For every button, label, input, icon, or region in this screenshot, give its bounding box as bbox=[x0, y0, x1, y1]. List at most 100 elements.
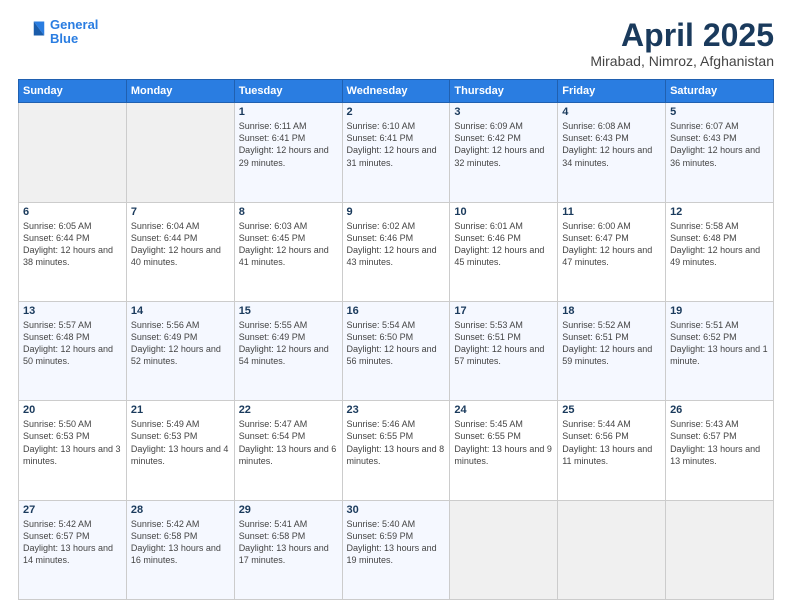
day-number: 22 bbox=[239, 404, 338, 416]
day-number: 24 bbox=[454, 404, 553, 416]
day-number: 6 bbox=[23, 206, 122, 218]
calendar-cell: 25 Sunrise: 5:44 AMSunset: 6:56 PMDayligh… bbox=[558, 401, 666, 500]
calendar: SundayMondayTuesdayWednesdayThursdayFrid… bbox=[18, 79, 774, 600]
day-number: 18 bbox=[562, 305, 661, 317]
calendar-week-row: 6 Sunrise: 6:05 AMSunset: 6:44 PMDaylight… bbox=[19, 202, 774, 301]
day-number: 4 bbox=[562, 106, 661, 118]
subtitle: Mirabad, Nimroz, Afghanistan bbox=[590, 53, 774, 69]
day-info: Sunrise: 5:41 AMSunset: 6:58 PMDaylight:… bbox=[239, 518, 338, 567]
day-number: 16 bbox=[347, 305, 446, 317]
calendar-cell: 1Sunrise: 6:11 AMSunset: 6:41 PMDaylight… bbox=[234, 103, 342, 202]
day-number: 17 bbox=[454, 305, 553, 317]
day-number: 11 bbox=[562, 206, 661, 218]
calendar-cell: 18 Sunrise: 5:52 AMSunset: 6:51 PMDayligh… bbox=[558, 301, 666, 400]
logo-text: General Blue bbox=[50, 18, 98, 47]
day-number: 10 bbox=[454, 206, 553, 218]
calendar-day-header: Thursday bbox=[450, 80, 558, 103]
calendar-cell: 11Sunrise: 6:00 AMSunset: 6:47 PMDayligh… bbox=[558, 202, 666, 301]
day-number: 20 bbox=[23, 404, 122, 416]
calendar-day-header: Saturday bbox=[666, 80, 774, 103]
calendar-cell bbox=[450, 500, 558, 599]
day-info: Sunrise: 6:02 AMSunset: 6:46 PMDaylight:… bbox=[347, 220, 446, 269]
day-info: Sunrise: 5:53 AMSunset: 6:51 PMDaylight:… bbox=[454, 319, 553, 368]
title-block: April 2025 Mirabad, Nimroz, Afghanistan bbox=[590, 18, 774, 69]
calendar-cell: 14Sunrise: 5:56 AMSunset: 6:49 PMDayligh… bbox=[126, 301, 234, 400]
calendar-cell: 12 Sunrise: 5:58 AMSunset: 6:48 PMDayligh… bbox=[666, 202, 774, 301]
day-info: Sunrise: 6:07 AMSunset: 6:43 PMDaylight:… bbox=[670, 120, 769, 169]
day-info: Sunrise: 5:43 AMSunset: 6:57 PMDaylight:… bbox=[670, 418, 769, 467]
day-info: Sunrise: 5:51 AMSunset: 6:52 PMDaylight:… bbox=[670, 319, 769, 368]
day-number: 1 bbox=[239, 106, 338, 118]
calendar-week-row: 20 Sunrise: 5:50 AMSunset: 6:53 PMDayligh… bbox=[19, 401, 774, 500]
day-info: Sunrise: 5:52 AMSunset: 6:51 PMDaylight:… bbox=[562, 319, 661, 368]
day-info: Sunrise: 5:55 AMSunset: 6:49 PMDaylight:… bbox=[239, 319, 338, 368]
page: General Blue April 2025 Mirabad, Nimroz,… bbox=[0, 0, 792, 612]
day-number: 28 bbox=[131, 504, 230, 516]
day-number: 5 bbox=[670, 106, 769, 118]
calendar-cell: 23 Sunrise: 5:46 AMSunset: 6:55 PMDayligh… bbox=[342, 401, 450, 500]
calendar-week-row: 13Sunrise: 5:57 AMSunset: 6:48 PMDayligh… bbox=[19, 301, 774, 400]
calendar-cell: 13Sunrise: 5:57 AMSunset: 6:48 PMDayligh… bbox=[19, 301, 127, 400]
calendar-day-header: Monday bbox=[126, 80, 234, 103]
day-info: Sunrise: 5:57 AMSunset: 6:48 PMDaylight:… bbox=[23, 319, 122, 368]
day-info: Sunrise: 6:04 AMSunset: 6:44 PMDaylight:… bbox=[131, 220, 230, 269]
logo: General Blue bbox=[18, 18, 98, 47]
day-number: 14 bbox=[131, 305, 230, 317]
calendar-cell: 6 Sunrise: 6:05 AMSunset: 6:44 PMDaylight… bbox=[19, 202, 127, 301]
calendar-cell: 24 Sunrise: 5:45 AMSunset: 6:55 PMDayligh… bbox=[450, 401, 558, 500]
day-number: 7 bbox=[131, 206, 230, 218]
day-info: Sunrise: 5:58 AMSunset: 6:48 PMDaylight:… bbox=[670, 220, 769, 269]
day-info: Sunrise: 5:50 AMSunset: 6:53 PMDaylight:… bbox=[23, 418, 122, 467]
header: General Blue April 2025 Mirabad, Nimroz,… bbox=[18, 18, 774, 69]
main-title: April 2025 bbox=[590, 18, 774, 53]
calendar-header-row: SundayMondayTuesdayWednesdayThursdayFrid… bbox=[19, 80, 774, 103]
day-info: Sunrise: 5:42 AMSunset: 6:58 PMDaylight:… bbox=[131, 518, 230, 567]
calendar-cell: 2 Sunrise: 6:10 AMSunset: 6:41 PMDaylight… bbox=[342, 103, 450, 202]
calendar-week-row: 1Sunrise: 6:11 AMSunset: 6:41 PMDaylight… bbox=[19, 103, 774, 202]
calendar-cell: 27 Sunrise: 5:42 AMSunset: 6:57 PMDayligh… bbox=[19, 500, 127, 599]
calendar-cell: 26Sunrise: 5:43 AMSunset: 6:57 PMDayligh… bbox=[666, 401, 774, 500]
day-info: Sunrise: 6:05 AMSunset: 6:44 PMDaylight:… bbox=[23, 220, 122, 269]
day-info: Sunrise: 6:08 AMSunset: 6:43 PMDaylight:… bbox=[562, 120, 661, 169]
day-number: 29 bbox=[239, 504, 338, 516]
calendar-cell bbox=[666, 500, 774, 599]
calendar-cell: 17 Sunrise: 5:53 AMSunset: 6:51 PMDayligh… bbox=[450, 301, 558, 400]
day-info: Sunrise: 5:45 AMSunset: 6:55 PMDaylight:… bbox=[454, 418, 553, 467]
day-info: Sunrise: 5:54 AMSunset: 6:50 PMDaylight:… bbox=[347, 319, 446, 368]
calendar-day-header: Tuesday bbox=[234, 80, 342, 103]
day-info: Sunrise: 6:03 AMSunset: 6:45 PMDaylight:… bbox=[239, 220, 338, 269]
calendar-cell: 28 Sunrise: 5:42 AMSunset: 6:58 PMDayligh… bbox=[126, 500, 234, 599]
calendar-cell: 21 Sunrise: 5:49 AMSunset: 6:53 PMDayligh… bbox=[126, 401, 234, 500]
calendar-cell: 19 Sunrise: 5:51 AMSunset: 6:52 PMDayligh… bbox=[666, 301, 774, 400]
calendar-cell: 29 Sunrise: 5:41 AMSunset: 6:58 PMDayligh… bbox=[234, 500, 342, 599]
day-number: 19 bbox=[670, 305, 769, 317]
calendar-day-header: Wednesday bbox=[342, 80, 450, 103]
calendar-cell: 7 Sunrise: 6:04 AMSunset: 6:44 PMDaylight… bbox=[126, 202, 234, 301]
calendar-week-row: 27 Sunrise: 5:42 AMSunset: 6:57 PMDayligh… bbox=[19, 500, 774, 599]
day-number: 25 bbox=[562, 404, 661, 416]
day-number: 27 bbox=[23, 504, 122, 516]
calendar-cell bbox=[126, 103, 234, 202]
calendar-cell: 4 Sunrise: 6:08 AMSunset: 6:43 PMDaylight… bbox=[558, 103, 666, 202]
day-info: Sunrise: 6:09 AMSunset: 6:42 PMDaylight:… bbox=[454, 120, 553, 169]
day-number: 2 bbox=[347, 106, 446, 118]
day-info: Sunrise: 5:46 AMSunset: 6:55 PMDaylight:… bbox=[347, 418, 446, 467]
calendar-day-header: Sunday bbox=[19, 80, 127, 103]
day-info: Sunrise: 6:10 AMSunset: 6:41 PMDaylight:… bbox=[347, 120, 446, 169]
day-info: Sunrise: 6:01 AMSunset: 6:46 PMDaylight:… bbox=[454, 220, 553, 269]
day-number: 15 bbox=[239, 305, 338, 317]
logo-line1: General bbox=[50, 17, 98, 32]
calendar-cell: 10 Sunrise: 6:01 AMSunset: 6:46 PMDayligh… bbox=[450, 202, 558, 301]
day-number: 23 bbox=[347, 404, 446, 416]
calendar-cell: 15 Sunrise: 5:55 AMSunset: 6:49 PMDayligh… bbox=[234, 301, 342, 400]
calendar-cell: 16 Sunrise: 5:54 AMSunset: 6:50 PMDayligh… bbox=[342, 301, 450, 400]
day-info: Sunrise: 5:44 AMSunset: 6:56 PMDaylight:… bbox=[562, 418, 661, 467]
calendar-cell: 22 Sunrise: 5:47 AMSunset: 6:54 PMDayligh… bbox=[234, 401, 342, 500]
day-number: 21 bbox=[131, 404, 230, 416]
day-info: Sunrise: 5:49 AMSunset: 6:53 PMDaylight:… bbox=[131, 418, 230, 467]
day-info: Sunrise: 5:47 AMSunset: 6:54 PMDaylight:… bbox=[239, 418, 338, 467]
day-number: 12 bbox=[670, 206, 769, 218]
day-info: Sunrise: 5:42 AMSunset: 6:57 PMDaylight:… bbox=[23, 518, 122, 567]
day-number: 3 bbox=[454, 106, 553, 118]
calendar-cell: 20 Sunrise: 5:50 AMSunset: 6:53 PMDayligh… bbox=[19, 401, 127, 500]
